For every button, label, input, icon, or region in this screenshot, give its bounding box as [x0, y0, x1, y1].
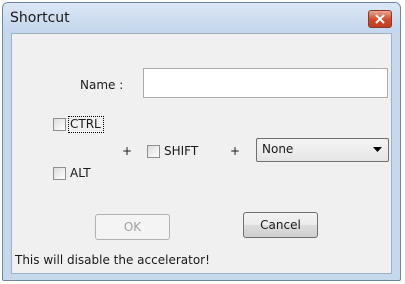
name-input[interactable]	[143, 68, 388, 98]
name-label: Name :	[80, 78, 124, 92]
close-button[interactable]	[368, 10, 392, 28]
ctrl-label[interactable]: CTRL	[70, 117, 101, 131]
plus-sign: +	[230, 144, 241, 158]
title-bar[interactable]: Shortcut	[3, 3, 400, 33]
shift-label[interactable]: SHIFT	[164, 144, 198, 158]
ok-button[interactable]: OK	[95, 214, 170, 240]
alt-checkbox[interactable]	[53, 167, 66, 180]
shift-checkbox[interactable]	[147, 145, 160, 158]
dropdown-arrow-icon	[373, 147, 382, 152]
key-select-value: None	[262, 142, 294, 156]
shortcut-dialog: Shortcut Name : CTRL ALT + SHIFT + None	[2, 2, 401, 281]
dialog-body: Name : CTRL ALT + SHIFT + None OK Cancel…	[11, 33, 392, 274]
cancel-button[interactable]: Cancel	[243, 212, 318, 238]
window-title: Shortcut	[10, 10, 70, 26]
status-message: This will disable the accelerator!	[15, 253, 210, 267]
plus-sign: +	[122, 144, 133, 158]
close-icon	[375, 14, 385, 24]
alt-label[interactable]: ALT	[70, 166, 91, 180]
key-select[interactable]: None	[256, 138, 389, 162]
ctrl-checkbox[interactable]	[53, 118, 66, 131]
